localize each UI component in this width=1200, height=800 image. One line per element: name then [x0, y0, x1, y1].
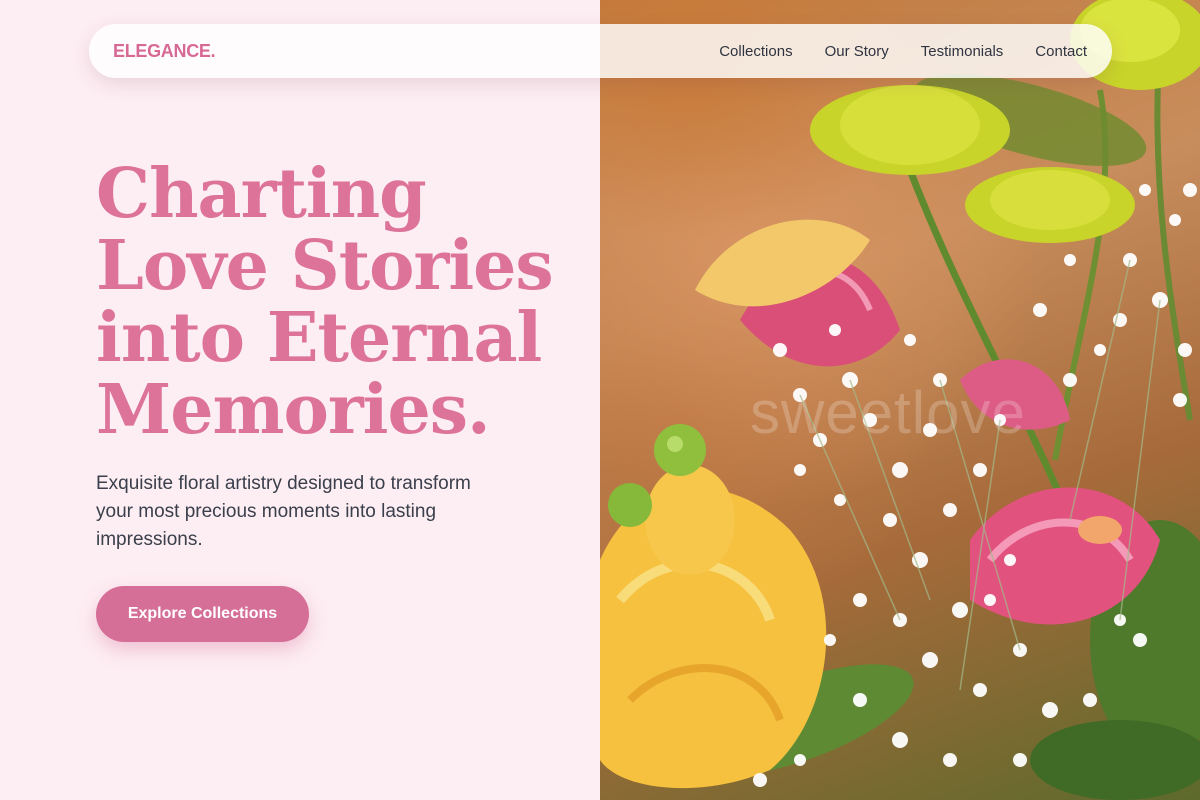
top-navbar: ELEGANCE. Collections Our Story Testimon… — [89, 24, 1112, 78]
hero-title-line: Memories. — [96, 370, 491, 450]
hero-flower-photo: sweetlove — [600, 0, 1200, 800]
brand-logo[interactable]: ELEGANCE. — [113, 41, 216, 62]
nav-link-contact[interactable]: Contact — [1035, 43, 1087, 60]
hero-title: Charting Love Stories into Eternal Memor… — [96, 158, 566, 446]
nav-link-our-story[interactable]: Our Story — [825, 43, 889, 60]
nav-link-testimonials[interactable]: Testimonials — [921, 43, 1004, 60]
hero-title-line: Charting — [96, 154, 427, 234]
nav-link-collections[interactable]: Collections — [719, 43, 792, 60]
hero-title-line: into Eternal — [96, 298, 542, 378]
hero-subtitle: Exquisite floral artistry designed to tr… — [96, 473, 471, 550]
hero-title-line: Love Stories — [96, 226, 554, 306]
photo-watermark: sweetlove — [750, 379, 1026, 446]
nav-links: Collections Our Story Testimonials Conta… — [719, 43, 1087, 60]
explore-collections-button[interactable]: Explore Collections — [96, 586, 309, 642]
page: sweetlove ELEGANCE. Collections Our Stor… — [0, 0, 1200, 800]
